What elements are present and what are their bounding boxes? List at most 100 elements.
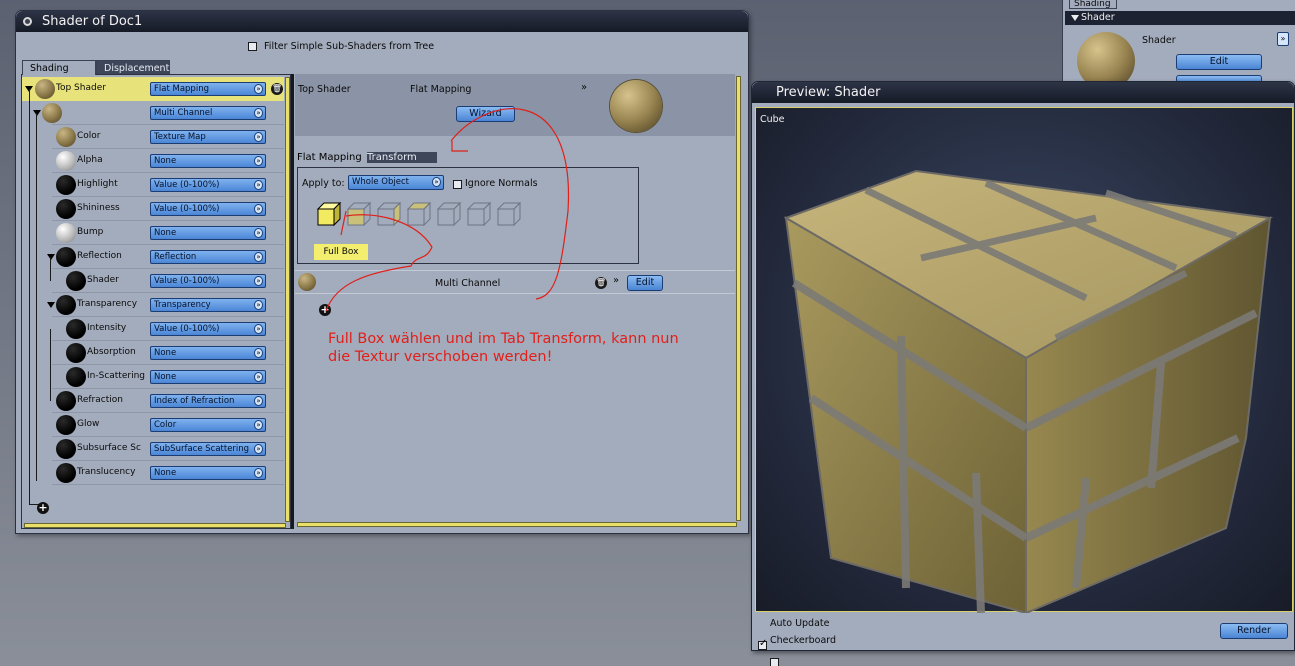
tab-transform[interactable]: Transform [367,152,437,163]
back-shader-label: Shader [1142,35,1176,46]
tree-row[interactable]: Highlight Value (0-100%) » [22,173,284,197]
back-section-header[interactable]: Shader [1065,11,1295,25]
shader-type-dropdown[interactable]: None » [150,226,266,240]
back-tab-shading[interactable]: Shading [1069,0,1117,9]
checkerboard-checkbox[interactable] [770,657,780,666]
tree-connector-line [29,89,30,505]
tree-row-label: Intensity [87,323,127,333]
detail-horizontal-scrollbar[interactable] [297,522,737,527]
tree-row[interactable]: Alpha None » [22,149,284,173]
tree-row[interactable]: Color Texture Map » [22,125,284,149]
shader-type-dropdown[interactable]: Reflection » [150,250,266,264]
window-menu-icon[interactable] [23,17,32,26]
auto-update-checkbox[interactable] [758,638,767,650]
detail-vertical-scrollbar[interactable] [736,76,741,521]
trash-icon[interactable]: 🗑 [271,83,283,95]
wizard-button[interactable]: Wizard [456,106,515,122]
tree-row[interactable]: Transparency Transparency » [22,293,284,317]
chevron-down-icon[interactable]: » [613,275,619,286]
shader-type-dropdown[interactable]: Transparency » [150,298,266,312]
add-channel-icon[interactable]: + [319,304,331,316]
shader-type-dropdown[interactable]: Value (0-100%) » [150,202,266,216]
shader-detail-panel: Top Shader Flat Mapping » Wizard Flat Ma… [295,74,743,529]
add-shader-icon[interactable]: + [37,502,49,514]
tree-row-label: Refraction [77,395,123,405]
shader-ball-icon [56,223,76,243]
preview-window-titlebar[interactable]: Preview: Shader [752,82,1294,103]
textured-cube-render [783,169,1274,613]
back-edit-button[interactable]: Edit [1176,54,1262,70]
ignore-normals-checkbox[interactable] [453,179,462,189]
tab-displacement[interactable]: Displacement [96,60,170,75]
tree-row[interactable]: Glow Color » [22,413,284,437]
tree-row[interactable]: Shader Value (0-100%) » [22,269,284,293]
tree-row[interactable]: Shininess Value (0-100%) » [22,197,284,221]
tree-row[interactable]: Bump None » [22,221,284,245]
mapping-value-label[interactable]: Flat Mapping [410,84,471,95]
shader-type-dropdown[interactable]: None » [150,466,266,480]
multi-channel-ball-icon [298,273,316,291]
dropdown-value: Index of Refraction [154,396,235,406]
tree-row-label: In-Scattering [87,371,145,381]
tree-row-label: Bump [77,227,104,237]
filter-subshaders-checkbox[interactable] [248,42,257,51]
panel-splitter[interactable] [291,74,294,529]
tree-row[interactable]: Reflection Reflection » [22,245,284,269]
shader-type-dropdown[interactable]: Flat Mapping » [150,82,266,96]
tree-row-label: Highlight [77,179,118,189]
face-left-icon[interactable] [436,201,462,227]
dropdown-value: None [154,228,177,238]
tree-row-label: Glow [77,419,100,429]
dropdown-arrow-icon: » [432,177,441,187]
face-front-icon[interactable] [346,201,372,227]
tree-row[interactable]: In-Scattering None » [22,365,284,389]
tree-row[interactable]: Subsurface Sc SubSurface Scattering » [22,437,284,461]
shader-type-dropdown[interactable]: SubSurface Scattering » [150,442,266,456]
tree-row[interactable]: Multi Channel » [22,101,284,125]
face-back-icon[interactable] [466,201,492,227]
expand-triangle-icon[interactable] [47,254,55,260]
shader-type-dropdown[interactable]: Color » [150,418,266,432]
tree-row[interactable]: Intensity Value (0-100%) » [22,317,284,341]
shader-type-dropdown[interactable]: Texture Map » [150,130,266,144]
shader-ball-icon [56,391,76,411]
tree-horizontal-scrollbar[interactable] [24,523,286,528]
dropdown-value: Value (0-100%) [154,180,220,190]
edit-button[interactable]: Edit [627,275,663,291]
back-shader-dropdown-icon[interactable]: » [1277,32,1289,46]
shader-type-dropdown[interactable]: None » [150,346,266,360]
shader-type-dropdown[interactable]: None » [150,154,266,168]
dropdown-arrow-icon: » [254,108,263,118]
shader-type-dropdown[interactable]: Value (0-100%) » [150,178,266,192]
shader-window-titlebar[interactable]: Shader of Doc1 [16,11,748,32]
mapping-chevron-icon[interactable]: » [581,82,587,93]
shader-type-dropdown[interactable]: Multi Channel » [150,106,266,120]
shader-type-dropdown[interactable]: Value (0-100%) » [150,322,266,336]
tree-row[interactable]: Translucency None » [22,461,284,485]
expand-triangle-icon[interactable] [33,110,41,116]
tree-vertical-scrollbar[interactable] [285,77,290,522]
dropdown-value: Texture Map [154,132,206,142]
face-right-icon[interactable] [376,201,402,227]
expand-triangle-icon[interactable] [47,302,55,308]
tree-row[interactable]: Top Shader Flat Mapping » 🗑 [22,77,284,101]
tab-flat-mapping[interactable]: Flat Mapping [297,152,367,163]
shader-type-dropdown[interactable]: None » [150,370,266,384]
face-bottom-icon[interactable] [496,201,522,227]
shader-ball-icon [42,103,62,123]
filter-subshaders-row[interactable]: Filter Simple Sub-Shaders from Tree [248,41,434,52]
face-top-icon[interactable] [406,201,432,227]
dropdown-arrow-icon: » [254,396,263,406]
full-box-icon[interactable] [316,201,342,227]
shader-type-dropdown[interactable]: Index of Refraction » [150,394,266,408]
preview-canvas[interactable]: Cube [755,107,1293,613]
tree-row[interactable]: Refraction Index of Refraction » [22,389,284,413]
tree-row[interactable]: Absorption None » [22,341,284,365]
tab-shading[interactable]: Shading [22,60,96,75]
dropdown-arrow-icon: » [254,372,263,382]
collapse-triangle-icon [1071,15,1079,21]
render-button[interactable]: Render [1220,623,1288,639]
shader-type-dropdown[interactable]: Value (0-100%) » [150,274,266,288]
apply-to-dropdown[interactable]: Whole Object » [348,175,444,190]
trash-icon[interactable]: 🗑 [595,277,607,289]
